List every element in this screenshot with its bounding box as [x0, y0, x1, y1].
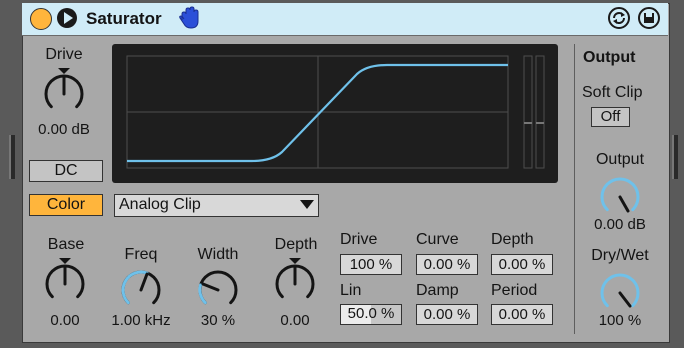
- soft-clip-toggle[interactable]: Off: [591, 107, 630, 127]
- depth-knob-label: Depth: [274, 236, 318, 253]
- ws-lin-value: 50.0 %: [347, 305, 395, 322]
- transfer-curve-graph: [126, 55, 545, 169]
- type-select-value: Analog Clip: [119, 196, 201, 213]
- dry-wet-value: 100 %: [598, 312, 642, 329]
- depth-knob[interactable]: [265, 254, 325, 314]
- ws-drive-field[interactable]: 100 %: [340, 254, 402, 275]
- width-knob[interactable]: [188, 260, 248, 320]
- freq-knob[interactable]: [111, 260, 171, 320]
- drive-value: 0.00 dB: [38, 121, 90, 138]
- ws-depth-label: Depth: [491, 231, 534, 248]
- color-button[interactable]: Color: [29, 194, 103, 216]
- left-resize-grip[interactable]: [9, 135, 15, 179]
- ws-curve-label: Curve: [416, 231, 459, 248]
- section-divider: [574, 44, 575, 334]
- soft-clip-label: Soft Clip: [582, 84, 643, 101]
- ws-drive-label: Drive: [340, 231, 378, 248]
- ws-depth-field[interactable]: 0.00 %: [491, 254, 553, 275]
- ws-curve-field[interactable]: 0.00 %: [416, 254, 478, 275]
- depth-value: 0.00: [280, 312, 310, 329]
- power-toggle-icon[interactable]: [30, 8, 52, 30]
- ws-damp-label: Damp: [416, 282, 459, 299]
- dc-button[interactable]: DC: [29, 160, 103, 182]
- device-title: Saturator: [86, 9, 162, 28]
- base-knob[interactable]: [35, 254, 95, 314]
- drive-knob-label: Drive: [45, 46, 83, 63]
- ws-period-label: Period: [491, 282, 538, 299]
- hand-icon[interactable]: [178, 6, 200, 30]
- drive-knob[interactable]: [34, 64, 94, 124]
- output-heading: Output: [583, 49, 636, 66]
- chevron-down-icon: [300, 200, 314, 209]
- ws-lin-label: Lin: [340, 282, 362, 299]
- hot-swap-icon[interactable]: [608, 7, 630, 29]
- play-fold-icon[interactable]: [56, 7, 78, 29]
- output-value: 0.00 dB: [594, 216, 646, 233]
- base-knob-label: Base: [47, 236, 85, 253]
- freq-value: 1.00 kHz: [111, 312, 171, 329]
- ws-period-field[interactable]: 0.00 %: [491, 304, 553, 325]
- save-preset-icon[interactable]: [638, 7, 660, 29]
- width-value: 30 %: [200, 312, 236, 329]
- base-value: 0.00: [50, 312, 80, 329]
- ws-damp-field[interactable]: 0.00 %: [416, 304, 478, 325]
- right-resize-grip[interactable]: [672, 135, 678, 179]
